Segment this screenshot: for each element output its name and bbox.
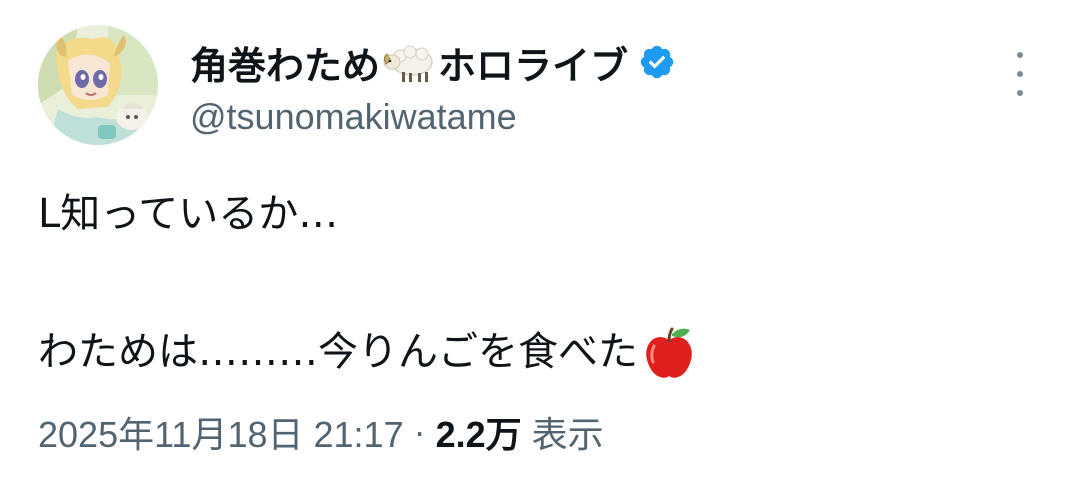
tweet-timestamp[interactable]: 2025年11月18日 21:17 bbox=[38, 406, 404, 458]
author-handle[interactable]: @tsunomakiwatame bbox=[190, 96, 676, 138]
more-options-icon-dot bbox=[1017, 71, 1023, 77]
meta-separator: · bbox=[413, 411, 426, 452]
tweet-line-2-text: わためは………今りんごを食べた bbox=[38, 329, 638, 375]
tweet-text: L知っているか… わためは………今りんごを食べた bbox=[38, 180, 698, 387]
tweet: 角巻わため ホロライブ @tsunomakiwatame L知っているか… わた… bbox=[0, 0, 1080, 485]
name-row: 角巻わため ホロライブ bbox=[190, 30, 676, 94]
tweet-line-1: L知っているか… bbox=[38, 180, 698, 249]
avatar-image bbox=[38, 25, 158, 145]
more-options-icon-dot bbox=[1017, 90, 1023, 96]
more-options-icon bbox=[1017, 52, 1023, 58]
tweet-meta: 2025年11月18日 21:17 · 2.2万 表示 bbox=[38, 406, 604, 458]
tweet-header: 角巻わため ホロライブ @tsunomakiwatame bbox=[190, 30, 676, 138]
views-count[interactable]: 2.2万 bbox=[436, 406, 522, 458]
sheep-emoji-icon bbox=[382, 40, 436, 84]
views-label: 表示 bbox=[531, 414, 604, 455]
more-options-button[interactable] bbox=[1006, 52, 1034, 96]
display-name-part1[interactable]: 角巻わため bbox=[190, 35, 380, 90]
tweet-line-1-text: L知っているか… bbox=[38, 191, 339, 237]
tweet-line-2: わためは………今りんごを食べた bbox=[38, 318, 698, 387]
verified-badge-icon bbox=[638, 43, 676, 81]
avatar[interactable] bbox=[38, 25, 158, 145]
red-apple-emoji-icon bbox=[640, 324, 698, 382]
display-name-part2[interactable]: ホロライブ bbox=[438, 35, 628, 90]
